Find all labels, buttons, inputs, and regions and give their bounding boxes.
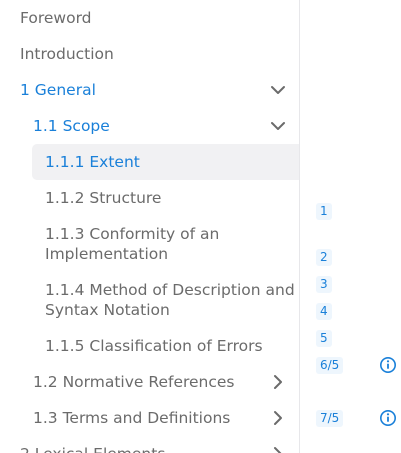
info-circle-icon[interactable] — [379, 356, 397, 374]
chevron-down-icon[interactable] — [269, 117, 287, 135]
toc-item-label: 1.1.2 Structure — [45, 189, 162, 207]
paragraph-marker[interactable]: 4 — [316, 303, 332, 320]
chevron-right-icon[interactable] — [269, 373, 287, 391]
paragraph-marker[interactable]: 2 — [316, 249, 332, 266]
toc-item-label: 1.1.4 Method of Description and Syntax N… — [45, 281, 295, 319]
toc-item-1-1-scope[interactable]: 1.1 Scope — [0, 108, 299, 144]
toc-item-1-1-5-classification[interactable]: 1.1.5 Classification of Errors — [0, 328, 299, 364]
toc-item-label: 1.1.5 Classification of Errors — [45, 337, 263, 355]
toc-item-label: Foreword — [20, 9, 92, 27]
toc-item-1-general[interactable]: 1 General — [0, 72, 299, 108]
paragraph-marker[interactable]: 7/5 — [316, 410, 344, 427]
toc-item-label: 1.1 Scope — [33, 117, 110, 135]
paragraph-marker[interactable]: 3 — [316, 276, 332, 293]
table-of-contents: Foreword Introduction 1 General 1.1 Scop… — [0, 0, 299, 453]
toc-item-1-1-4-method[interactable]: 1.1.4 Method of Description and Syntax N… — [0, 272, 299, 328]
toc-item-label: 1.2 Normative References — [33, 373, 235, 391]
panel-divider — [299, 0, 300, 453]
toc-item-introduction[interactable]: Introduction — [0, 36, 299, 72]
toc-item-1-1-3-conformity[interactable]: 1.1.3 Conformity of an Implementation — [0, 216, 299, 272]
toc-item-label: Introduction — [20, 45, 114, 63]
toc-item-label: 1.1.1 Extent — [45, 153, 140, 171]
toc-item-1-1-2-structure[interactable]: 1.1.2 Structure — [0, 180, 299, 216]
toc-item-label: 1.1.3 Conformity of an Implementation — [45, 225, 220, 263]
toc-item-label: 2 Lexical Elements — [20, 444, 165, 453]
paragraph-marker[interactable]: 6/5 — [316, 357, 344, 374]
toc-item-1-1-1-extent[interactable]: 1.1.1 Extent — [32, 144, 299, 180]
toc-item-foreword[interactable]: Foreword — [0, 0, 299, 36]
chevron-right-icon[interactable] — [269, 445, 287, 453]
info-circle-icon[interactable] — [379, 409, 397, 427]
toc-item-2-lexical-elements[interactable]: 2 Lexical Elements — [0, 436, 299, 453]
toc-item-1-2-normative-references[interactable]: 1.2 Normative References — [0, 364, 299, 400]
chevron-right-icon[interactable] — [269, 409, 287, 427]
toc-item-label: 1 General — [20, 81, 96, 99]
paragraph-marker[interactable]: 1 — [316, 203, 332, 220]
toc-item-1-3-terms[interactable]: 1.3 Terms and Definitions — [0, 400, 299, 436]
paragraph-marker[interactable]: 5 — [316, 330, 332, 347]
toc-item-label: 1.3 Terms and Definitions — [33, 409, 231, 427]
chevron-down-icon[interactable] — [269, 81, 287, 99]
